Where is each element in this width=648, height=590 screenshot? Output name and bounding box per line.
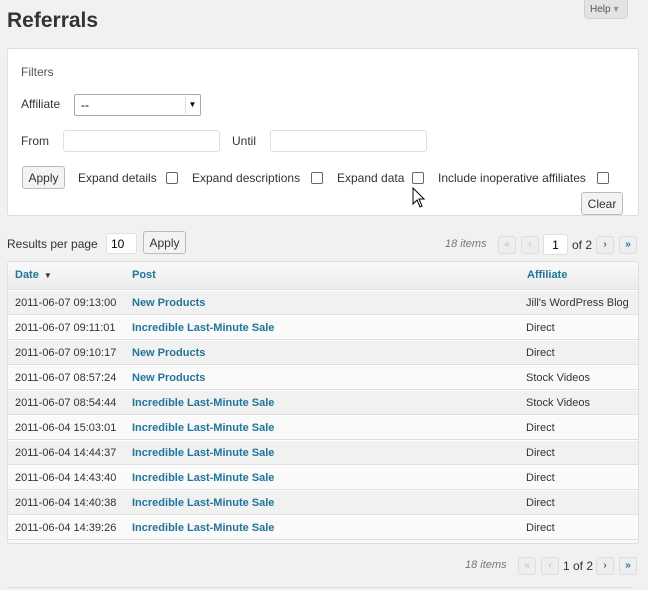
post-link[interactable]: New Products bbox=[132, 347, 205, 359]
affiliate-label: Affiliate bbox=[21, 97, 61, 111]
post-link[interactable]: Incredible Last-Minute Sale bbox=[132, 472, 274, 484]
table-row: 2011-06-04 14:39:26 Incredible Last-Minut… bbox=[8, 515, 638, 540]
expand-details-label: Expand details bbox=[78, 171, 157, 185]
column-header-post[interactable]: Post bbox=[132, 269, 156, 281]
date-cell: 2011-06-07 09:13:00 bbox=[15, 297, 117, 309]
sort-down-icon: ▼ bbox=[43, 271, 52, 280]
dropdown-arrow-icon: ▼ bbox=[185, 96, 199, 114]
date-cell: 2011-06-04 14:40:38 bbox=[15, 497, 117, 509]
table-row: 2011-06-07 09:13:00 New Products Jill's Wo… bbox=[8, 290, 638, 315]
until-label: Until bbox=[232, 134, 257, 148]
affiliate-cell: Direct bbox=[526, 472, 555, 484]
post-link[interactable]: New Products bbox=[132, 372, 205, 384]
affiliate-cell: Direct bbox=[526, 522, 555, 534]
column-header-date-label: Date bbox=[15, 269, 39, 281]
table-row: 2011-06-04 14:44:37 Incredible Last-Minut… bbox=[8, 440, 638, 465]
table-row: 2011-06-07 09:11:01 Incredible Last-Minut… bbox=[8, 315, 638, 340]
post-link[interactable]: Incredible Last-Minute Sale bbox=[132, 397, 274, 409]
expand-data-checkbox[interactable] bbox=[412, 172, 424, 184]
expand-data-label: Expand data bbox=[337, 171, 405, 185]
from-date-input[interactable] bbox=[63, 130, 220, 152]
column-header-affiliate[interactable]: Affiliate bbox=[527, 269, 567, 281]
post-link[interactable]: Incredible Last-Minute Sale bbox=[132, 422, 274, 434]
affiliate-select-value: -- bbox=[81, 98, 89, 112]
affiliate-cell: Jill's WordPress Blog bbox=[526, 297, 629, 309]
date-cell: 2011-06-04 14:39:26 bbox=[15, 522, 117, 534]
page-title: Referrals bbox=[7, 9, 99, 32]
post-link[interactable]: Incredible Last-Minute Sale bbox=[132, 447, 274, 459]
page-indicator-bottom: 1 of 2 bbox=[563, 559, 594, 573]
date-cell: 2011-06-07 08:57:24 bbox=[15, 372, 117, 384]
table-row: 2011-06-07 08:57:24 New Products Stock Vid… bbox=[8, 365, 638, 390]
mouse-cursor-icon bbox=[412, 187, 426, 208]
prev-page-button-bottom[interactable]: ‹ bbox=[541, 557, 559, 575]
date-cell: 2011-06-07 09:11:01 bbox=[15, 322, 116, 334]
expand-descriptions-checkbox[interactable] bbox=[311, 172, 323, 184]
prev-page-button-top[interactable]: ‹ bbox=[521, 236, 539, 254]
results-per-page-input[interactable]: 10 bbox=[106, 233, 137, 254]
include-inoperative-checkbox[interactable] bbox=[597, 172, 609, 184]
affiliate-cell: Direct bbox=[526, 422, 555, 434]
date-cell: 2011-06-04 14:43:40 bbox=[15, 472, 117, 484]
items-count-top: 18 items bbox=[445, 238, 487, 250]
affiliate-cell: Direct bbox=[526, 497, 555, 509]
filters-title: Filters bbox=[21, 65, 54, 79]
next-page-button-bottom[interactable]: › bbox=[596, 557, 614, 575]
affiliate-cell: Stock Videos bbox=[526, 372, 591, 384]
filters-clear-button[interactable]: Clear bbox=[581, 192, 623, 215]
affiliate-cell: Direct bbox=[526, 322, 555, 334]
help-tab[interactable]: Help▼ bbox=[584, 0, 628, 19]
post-link[interactable]: New Products bbox=[132, 297, 205, 309]
first-page-button-bottom[interactable]: « bbox=[518, 557, 536, 575]
current-page-input[interactable]: 1 bbox=[543, 234, 568, 255]
filters-panel: Filters Affiliate -- ▼ From Until Apply … bbox=[7, 48, 639, 216]
affiliate-select[interactable]: -- ▼ bbox=[74, 94, 201, 116]
page-of-label-top: of 2 bbox=[572, 238, 593, 252]
next-page-button-top[interactable]: › bbox=[596, 236, 614, 254]
last-page-button-bottom[interactable]: » bbox=[619, 557, 637, 575]
affiliate-cell: Direct bbox=[526, 447, 555, 459]
table-row: 2011-06-04 14:40:38 Incredible Last-Minut… bbox=[8, 490, 638, 515]
date-cell: 2011-06-07 09:10:17 bbox=[15, 347, 117, 359]
results-per-page-label: Results per page bbox=[7, 237, 98, 251]
divider bbox=[7, 587, 633, 588]
first-page-button-top[interactable]: « bbox=[498, 236, 516, 254]
chevron-down-icon: ▼ bbox=[611, 4, 621, 14]
include-inoperative-label: Include inoperative affiliates bbox=[438, 171, 586, 185]
affiliate-cell: Stock Videos bbox=[526, 397, 591, 409]
table-row: 2011-06-07 08:54:44 Incredible Last-Minut… bbox=[8, 390, 638, 415]
post-link[interactable]: Incredible Last-Minute Sale bbox=[132, 322, 274, 334]
post-link[interactable]: Incredible Last-Minute Sale bbox=[132, 522, 274, 534]
referrals-table: Date ▼ Post Affiliate 2011-06-07 09:13:00… bbox=[7, 261, 639, 544]
date-cell: 2011-06-04 14:44:37 bbox=[15, 447, 117, 459]
expand-details-checkbox[interactable] bbox=[166, 172, 178, 184]
table-header: Date ▼ Post Affiliate bbox=[8, 262, 638, 290]
date-cell: 2011-06-07 08:54:44 bbox=[15, 397, 117, 409]
results-apply-button[interactable]: Apply bbox=[143, 231, 186, 254]
post-link[interactable]: Incredible Last-Minute Sale bbox=[132, 497, 274, 509]
table-row: 2011-06-04 15:03:01 Incredible Last-Minut… bbox=[8, 415, 638, 440]
date-cell: 2011-06-04 15:03:01 bbox=[15, 422, 117, 434]
help-label: Help bbox=[590, 4, 611, 15]
last-page-button-top[interactable]: » bbox=[619, 236, 637, 254]
filters-apply-button[interactable]: Apply bbox=[22, 166, 65, 189]
expand-descriptions-label: Expand descriptions bbox=[192, 171, 301, 185]
column-header-date[interactable]: Date ▼ bbox=[15, 269, 52, 281]
items-count-bottom: 18 items bbox=[465, 559, 507, 571]
until-date-input[interactable] bbox=[270, 130, 427, 152]
table-row: 2011-06-07 09:10:17 New Products Direct bbox=[8, 340, 638, 365]
from-label: From bbox=[21, 134, 49, 148]
table-row: 2011-06-04 14:43:40 Incredible Last-Minut… bbox=[8, 465, 638, 490]
affiliate-cell: Direct bbox=[526, 347, 555, 359]
